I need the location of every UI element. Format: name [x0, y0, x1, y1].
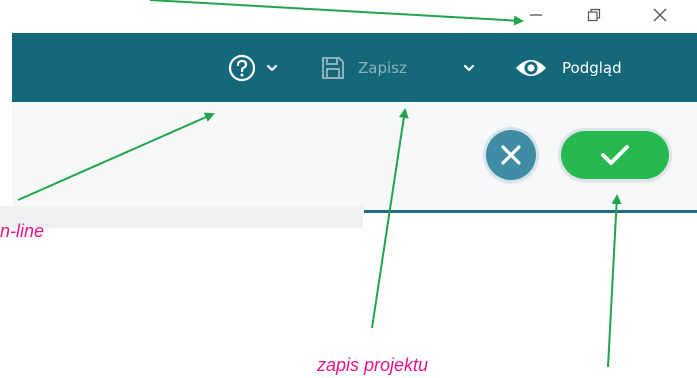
arrow-to-confirm: [607, 194, 622, 368]
arrow-to-minimize: [149, 0, 524, 26]
arrow-to-help: [17, 112, 215, 201]
screenshot-canvas: Zapisz Podgląd n-line zapis projektu: [0, 0, 697, 378]
annotation-arrows: [17, 0, 622, 368]
arrow-to-save: [371, 108, 409, 329]
